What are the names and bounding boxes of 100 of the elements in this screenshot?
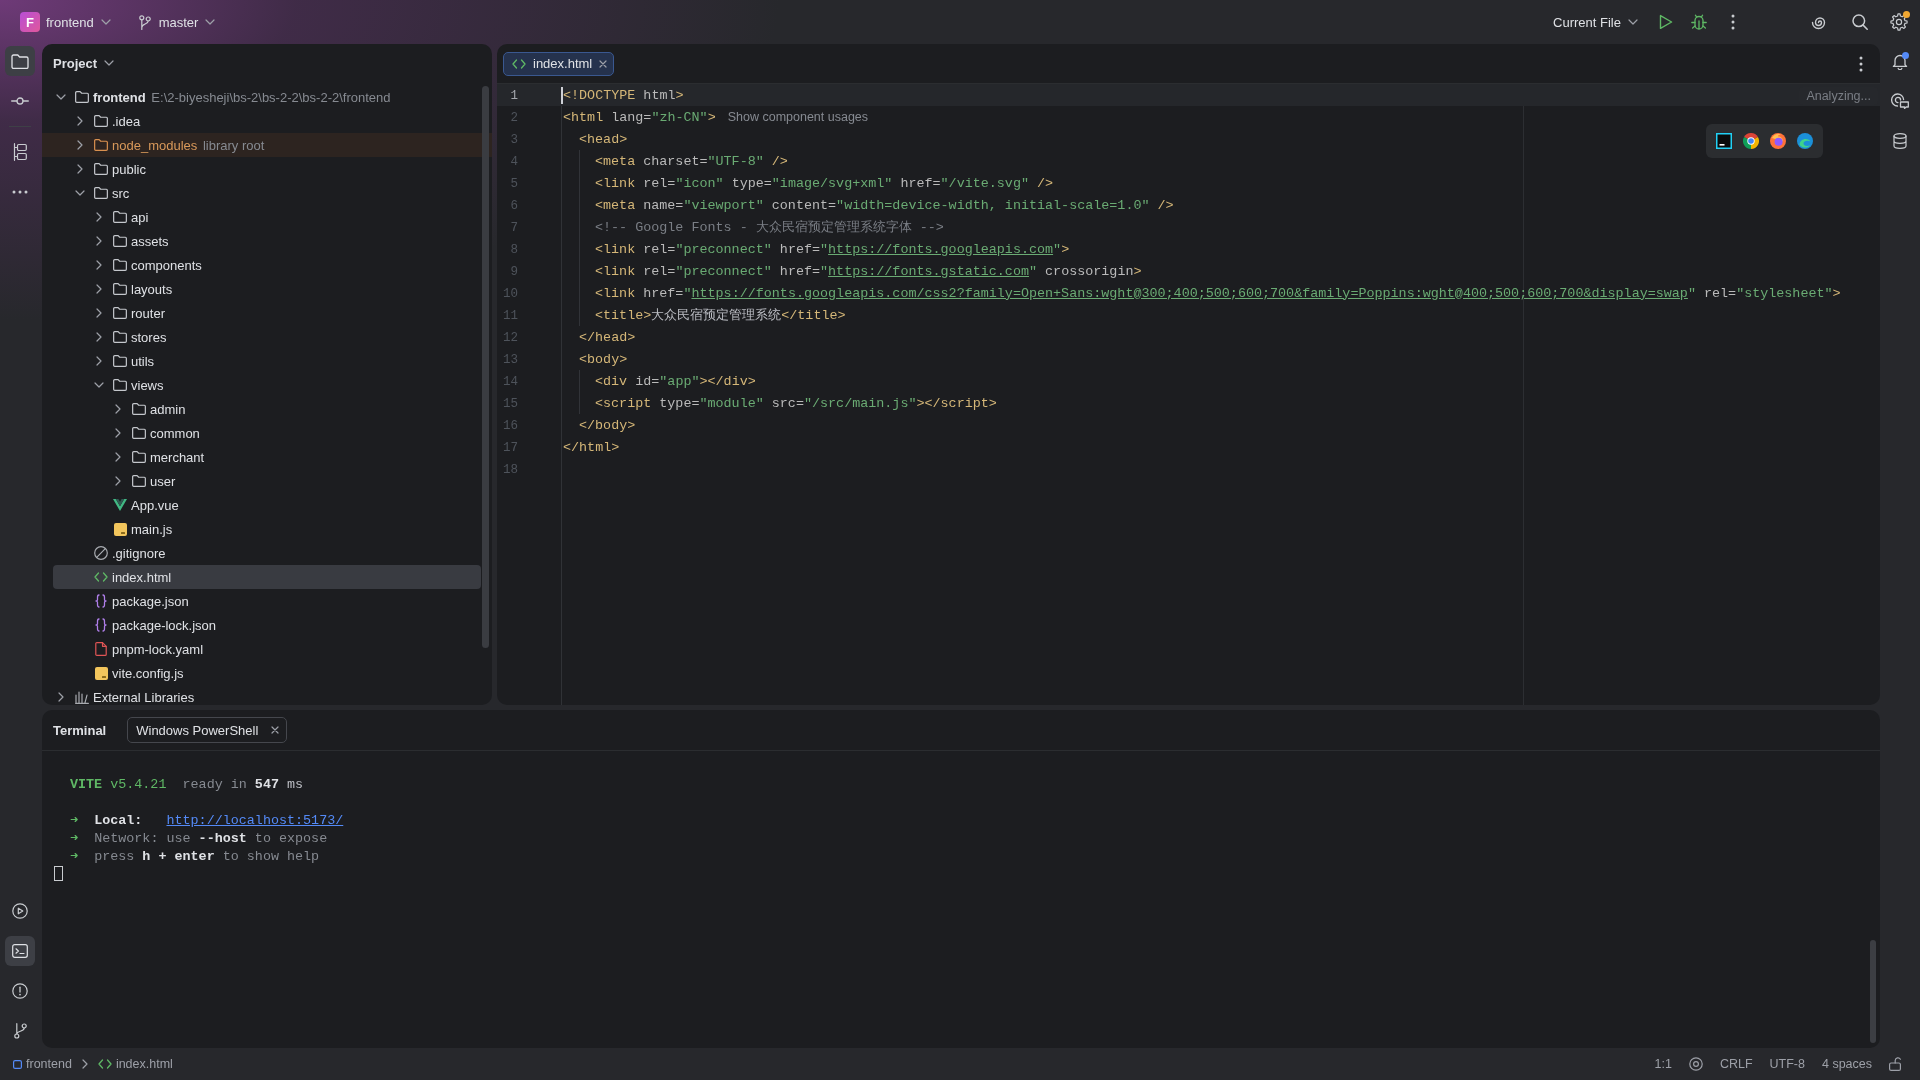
file-encoding[interactable]: UTF-8: [1769, 1057, 1805, 1071]
tree-item[interactable]: utils: [53, 349, 481, 373]
tree-item[interactable]: node_modules library root: [42, 133, 492, 157]
swirl-logo-icon[interactable]: [1797, 133, 1813, 149]
chevron-right-icon[interactable]: [96, 332, 102, 342]
line-number: 14: [503, 375, 518, 389]
breadcrumb[interactable]: frontend: [13, 1057, 72, 1071]
indent-setting[interactable]: 4 spaces: [1821, 1057, 1872, 1071]
line-number: 12: [503, 331, 518, 345]
inlay-hint[interactable]: Show component usages: [727, 110, 869, 124]
tree-item[interactable]: views: [53, 373, 481, 397]
tree-item[interactable]: App.vue: [53, 493, 481, 517]
line-number: 10: [503, 287, 518, 301]
ring-logo-icon[interactable]: [1743, 133, 1759, 149]
caret-position[interactable]: 1:1: [1654, 1057, 1672, 1071]
tree-item[interactable]: .idea: [53, 109, 481, 133]
code-line: <link href="https://fonts.googleapis.com/css2?family=Open+Sans:wght@300;400;500;600;700&family=Poppins:wght@400;500;600;700&display=swap" rel="stylesheet">: [595, 285, 1841, 301]
tree-item[interactable]: index.html: [53, 565, 481, 589]
tree-item[interactable]: common: [53, 421, 481, 445]
scrollbar-thumb[interactable]: [482, 86, 489, 648]
chevron-right-icon[interactable]: [96, 260, 102, 270]
code-line: <!-- Google Fonts - 大众民宿预定管理系统字体 -->: [595, 219, 944, 236]
line-number: 17: [503, 441, 518, 455]
close-icon[interactable]: [271, 726, 280, 734]
folder-icon: [132, 475, 146, 487]
folder-icon: [132, 427, 146, 439]
chevron-right-icon[interactable]: [77, 164, 83, 174]
chevron-right-icon[interactable]: [115, 404, 121, 414]
chevron-right-icon[interactable]: [77, 140, 83, 150]
tool-window-button[interactable]: [5, 46, 35, 76]
scrollbar-thumb[interactable]: [1870, 940, 1876, 1043]
chevron-right-icon[interactable]: [115, 476, 121, 486]
terminal-link[interactable]: http://localhost:5173/: [166, 813, 344, 828]
tree-item[interactable]: user: [53, 469, 481, 493]
terminal-cursor: [54, 866, 63, 881]
chevron-right-icon[interactable]: [96, 308, 102, 318]
padlock-icon[interactable]: [1889, 1057, 1901, 1071]
chevron-right-icon[interactable]: [96, 212, 102, 222]
spiral-icon[interactable]: [1811, 14, 1827, 30]
tree-item[interactable]: layouts: [53, 277, 481, 301]
tree-item[interactable]: components: [53, 253, 481, 277]
line-separator[interactable]: CRLF: [1719, 1057, 1753, 1071]
chevron-right-icon[interactable]: [115, 452, 121, 462]
chevron-down-icon[interactable]: [75, 190, 85, 196]
code-link[interactable]: https://fonts.googleapis.com/css2?family=Open+Sans:wght@300;400;500;600;700&family=Poppins:wght@400;500;600;700&display=swap: [691, 285, 1688, 301]
line-number: 8: [510, 243, 518, 257]
library-icon: [75, 690, 89, 704]
editor-tab[interactable]: index.html: [503, 51, 615, 76]
flame-logo-icon[interactable]: [1770, 133, 1786, 149]
tree-item[interactable]: stores: [53, 325, 481, 349]
chevron-right-icon[interactable]: [58, 692, 64, 702]
chevron-down-icon[interactable]: [56, 94, 66, 100]
tree-item[interactable]: router: [53, 301, 481, 325]
chevron-right-icon[interactable]: [77, 116, 83, 126]
code-link[interactable]: https://fonts.googleapis.com: [828, 241, 1054, 257]
app-logo-icon[interactable]: [1716, 133, 1732, 149]
more-icon[interactable]: [1859, 55, 1863, 72]
tool-window-button[interactable]: [5, 936, 35, 966]
tree-item[interactable]: frontend E:\2-biyesheji\bs-2\bs-2-2\bs-2-2\frontend: [53, 85, 481, 109]
tree-item[interactable]: .gitignore: [53, 541, 481, 565]
structure-icon: [13, 143, 27, 161]
search-icon[interactable]: [1852, 14, 1868, 30]
tree-item[interactable]: pnpm-lock.yaml: [53, 637, 481, 661]
debug-icon[interactable]: [1691, 14, 1707, 30]
chevron-right-icon[interactable]: [96, 236, 102, 246]
workspace-switcher[interactable]: F frontend: [20, 12, 111, 32]
run-configuration-selector[interactable]: Current File: [1553, 14, 1638, 30]
tree-item[interactable]: api: [53, 205, 481, 229]
run-icon[interactable]: [1659, 14, 1673, 30]
tree-item[interactable]: main.js: [53, 517, 481, 541]
folder-icon: [113, 259, 127, 271]
tree-item[interactable]: src: [53, 181, 481, 205]
chevron-down-icon: [205, 19, 216, 25]
tree-item[interactable]: admin: [53, 397, 481, 421]
tree-item[interactable]: merchant: [53, 445, 481, 469]
database-icon[interactable]: [1893, 133, 1907, 149]
tree-item[interactable]: External Libraries: [53, 685, 481, 705]
code-link[interactable]: https://fonts.gstatic.com: [828, 263, 1029, 279]
close-icon[interactable]: [599, 59, 608, 68]
tree-item[interactable]: vite.config.js: [53, 661, 481, 685]
tree-item[interactable]: package-lock.json: [53, 613, 481, 637]
branch-selector[interactable]: master: [138, 14, 216, 30]
tree-item[interactable]: assets: [53, 229, 481, 253]
chevron-right-icon[interactable]: [96, 356, 102, 366]
code-brackets-icon: [97, 1059, 112, 1069]
chat-bubble-icon[interactable]: [1891, 93, 1909, 109]
code-line: </html>: [563, 439, 620, 455]
breadcrumb[interactable]: index.html: [97, 1057, 173, 1071]
terminal-tab[interactable]: Windows PowerShell: [127, 717, 288, 743]
code-line: </body>: [579, 417, 636, 433]
more-icon[interactable]: [1731, 14, 1735, 30]
settings-icon[interactable]: [1890, 13, 1908, 31]
view-mode-dropdown[interactable]: Project: [53, 55, 115, 71]
tree-item[interactable]: package.json: [53, 589, 481, 613]
ring-icon[interactable]: [1688, 1057, 1703, 1071]
chevron-right-icon[interactable]: [115, 428, 121, 438]
bell-icon[interactable]: [1892, 52, 1908, 70]
chevron-right-icon[interactable]: [96, 284, 102, 294]
chevron-down-icon[interactable]: [94, 382, 104, 388]
tree-item[interactable]: public: [53, 157, 481, 181]
